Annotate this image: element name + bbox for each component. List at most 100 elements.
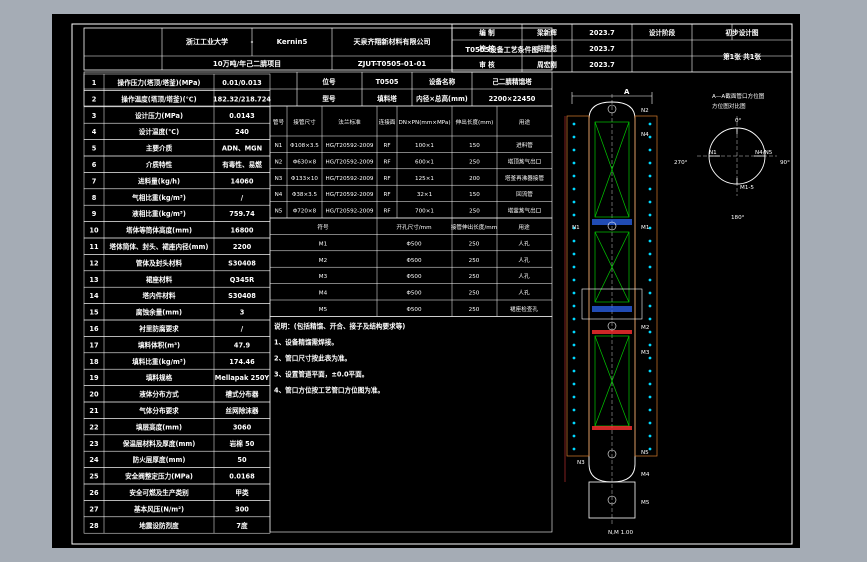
- param-name: 基本风压(N/m²): [134, 504, 184, 513]
- param-name: 液相比重(kg/m³): [132, 209, 186, 218]
- nozzle-header-purpose: 用途: [519, 118, 531, 126]
- param-name: 操作压力(塔顶/塔釜)(MPa): [118, 78, 201, 87]
- param-name: 填层高度(mm): [136, 422, 182, 431]
- nozzle-header-standard: 法兰标准: [338, 118, 361, 126]
- note-item: 1、设备精馏需焊接。: [274, 337, 338, 346]
- nozzle-purpose: 进料管: [516, 141, 533, 149]
- project-name: 10万吨/年己二腈项目: [213, 59, 281, 68]
- param-no: 8: [92, 194, 97, 202]
- param-name: 设计温度(℃): [139, 127, 179, 136]
- param-value: 7度: [236, 521, 248, 530]
- dimension-marker: [648, 447, 652, 451]
- param-no: 13: [89, 276, 99, 284]
- section-title: A—A截面管口方位图: [712, 92, 765, 100]
- dimension-marker: [648, 408, 652, 412]
- param-value: Mellapak 250Y: [215, 374, 270, 382]
- nozzle-face: RF: [383, 192, 390, 198]
- param-name: 气相比重(kg/m³): [131, 193, 186, 202]
- kernel-label: Kernin5: [277, 38, 308, 46]
- column-elevation: A N2 N4 N1 M1 M2 M3 N5 M4 N3 M5 N,M 1.00: [564, 88, 658, 536]
- manhole-code: M3: [319, 274, 328, 280]
- dimension-marker: [572, 174, 576, 178]
- drawing-number: ZJUT-T0505-01-01: [358, 60, 427, 68]
- param-value: 14060: [231, 177, 254, 185]
- param-value: 0.0168: [229, 473, 255, 481]
- dimension-marker: [648, 356, 652, 360]
- param-name: 填料规格: [146, 373, 173, 382]
- nozzle-purpose: 回流管: [516, 190, 533, 198]
- sheet-number: 第1张 共1张: [723, 52, 761, 61]
- nozzle-label-n2: N2: [641, 108, 649, 114]
- type-label: 型号: [322, 94, 336, 103]
- school-name: 浙江工业大学: [186, 37, 228, 46]
- param-value: 182.32/218.724: [213, 95, 271, 103]
- param-name: 操作温度(塔顶/塔釜)(℃): [121, 94, 196, 103]
- param-value: 240: [235, 128, 249, 136]
- dimension-marker: [648, 330, 652, 334]
- dimension-marker: [572, 447, 576, 451]
- param-no: 7: [92, 177, 97, 185]
- nozzle-face: RF: [383, 159, 390, 165]
- angle-180: 180°: [731, 215, 745, 221]
- nozzle-label-n3: N3: [577, 460, 585, 466]
- param-name: 安全阀整定压力(MPa): [125, 472, 193, 481]
- dimension-marker: [648, 187, 652, 191]
- dimension-marker: [648, 213, 652, 217]
- nozzle-label-n4: N4: [641, 132, 649, 138]
- param-no: 10: [89, 227, 99, 235]
- dimension-marker: [572, 408, 576, 412]
- dimension-marker: [572, 356, 576, 360]
- param-value: S30408: [228, 259, 256, 267]
- dimension-marker: [648, 278, 652, 282]
- manhole-size: Φ500: [406, 241, 422, 247]
- param-name: 主要介质: [146, 144, 173, 153]
- param-no: 12: [89, 259, 99, 267]
- stage-label: 设计阶段: [649, 28, 676, 37]
- param-no: 18: [89, 358, 99, 366]
- manhole-length: 250: [469, 307, 480, 313]
- param-value: Q345R: [230, 276, 254, 284]
- param-no: 20: [89, 391, 99, 399]
- section-label-n4-n5: N4/N5: [755, 150, 773, 156]
- manhole-length: 250: [469, 258, 480, 264]
- angle-270: 270°: [674, 160, 688, 166]
- notes-block: 说明：(包括精馏、开合、接子及结构要求等) 1、设备精馏需焊接。 2、管口尺寸按此表…: [269, 316, 553, 533]
- section-view: A—A截面管口方位图 方位图对比图 0° 90° 180° 270° N1 N4…: [674, 92, 790, 221]
- dimension-marker: [648, 421, 652, 425]
- dimension-marker: [572, 265, 576, 269]
- section-label-m1-5: M1-5: [740, 185, 754, 191]
- nozzle-dn: 700×1: [415, 209, 434, 215]
- param-name: 腐蚀余量(mm): [136, 308, 182, 317]
- manhole-label-m4: M4: [641, 472, 650, 478]
- dimension-marker: [648, 434, 652, 438]
- dimension-marker: [648, 161, 652, 165]
- nozzle-length: 250: [469, 209, 480, 215]
- nozzle-header-face: 连接面: [379, 118, 396, 126]
- dimension-marker: [572, 278, 576, 282]
- dimension-marker: [572, 304, 576, 308]
- manhole-length: 250: [469, 274, 480, 280]
- dimension-marker: [648, 174, 652, 178]
- manhole-label-m3: M3: [641, 350, 650, 356]
- param-no: 24: [89, 456, 99, 464]
- nozzle-length: 150: [469, 143, 480, 149]
- param-name: 安全可燃及生产类别: [129, 488, 189, 497]
- param-value: ADN、MGN: [222, 145, 262, 153]
- nozzle-dn: 125×1: [415, 176, 434, 182]
- device-name: 己二腈精馏塔: [492, 77, 532, 86]
- dimension-marker: [648, 369, 652, 373]
- nozzle-header-dn: DN×PN(mm×MPa): [398, 120, 450, 126]
- manhole-purpose: 人孔: [518, 256, 530, 264]
- param-no: 27: [89, 505, 99, 513]
- manhole-purpose: 人孔: [518, 289, 530, 297]
- param-value: 0.0143: [229, 112, 255, 120]
- size-value: 2200×22450: [489, 95, 536, 103]
- dimension-marker: [572, 239, 576, 243]
- nozzle-dn: 600×1: [415, 159, 434, 165]
- size-label: 内径×总高(mm): [416, 94, 468, 103]
- param-no: 26: [89, 489, 99, 497]
- param-name: 气体分布要求: [138, 406, 179, 415]
- nozzle-size: Φ720×8: [293, 209, 317, 215]
- nozzle-table: 管号 接管尺寸 法兰标准 连接面 DN×PN(mm×MPa) 伸出长度(mm) 用途 N1 Φ1…: [269, 105, 553, 219]
- elevation-bottom-label: N,M 1.00: [608, 530, 633, 536]
